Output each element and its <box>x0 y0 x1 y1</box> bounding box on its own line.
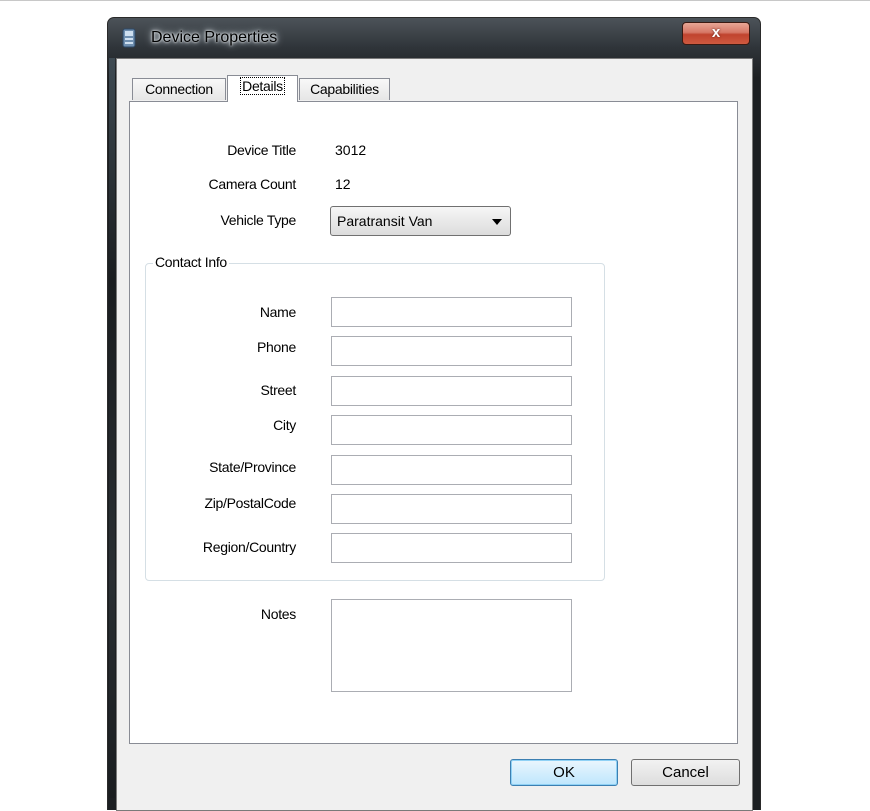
city-field[interactable] <box>331 415 572 445</box>
vehicle-type-select[interactable]: Paratransit Van <box>330 206 511 236</box>
phone-label: Phone <box>257 339 296 355</box>
camera-count-value: 12 <box>335 176 351 192</box>
street-label: Street <box>260 382 296 398</box>
device-title-value: 3012 <box>335 142 367 158</box>
region-country-field[interactable] <box>331 533 572 563</box>
name-field[interactable] <box>331 297 572 327</box>
top-divider <box>0 0 870 1</box>
city-label: City <box>273 417 296 433</box>
notes-label: Notes <box>260 606 296 622</box>
tab-label: Details <box>240 77 285 95</box>
state-province-field[interactable] <box>331 455 572 485</box>
notes-field[interactable] <box>331 599 572 692</box>
phone-field[interactable] <box>331 336 572 366</box>
close-icon: x <box>711 24 721 41</box>
contact-info-legend: Contact Info <box>153 254 229 270</box>
device-app-icon <box>122 28 136 48</box>
device-title-label: Device Title <box>227 142 296 158</box>
state-province-label: State/Province <box>209 459 296 475</box>
cancel-button[interactable]: Cancel <box>631 759 740 786</box>
vehicle-type-value: Paratransit Van <box>337 213 433 229</box>
tab-connection[interactable]: Connection <box>132 78 226 100</box>
chevron-down-icon <box>492 219 502 225</box>
title-bar[interactable]: Device Properties x <box>108 18 760 58</box>
zip-postal-code-label: Zip/PostalCode <box>204 495 296 511</box>
tab-label: Capabilities <box>310 81 379 97</box>
window-title: Device Properties <box>151 29 278 46</box>
tab-label: Connection <box>145 81 213 97</box>
tab-details[interactable]: Details <box>227 75 298 102</box>
ok-button[interactable]: OK <box>510 759 618 786</box>
zip-postal-code-field[interactable] <box>331 494 572 524</box>
region-country-label: Region/Country <box>202 539 296 555</box>
tab-capabilities[interactable]: Capabilities <box>299 78 390 100</box>
close-button[interactable]: x <box>682 22 750 45</box>
camera-count-label: Camera Count <box>208 176 297 192</box>
vehicle-type-label: Vehicle Type <box>220 212 296 228</box>
name-label: Name <box>259 304 296 320</box>
street-field[interactable] <box>331 376 572 406</box>
